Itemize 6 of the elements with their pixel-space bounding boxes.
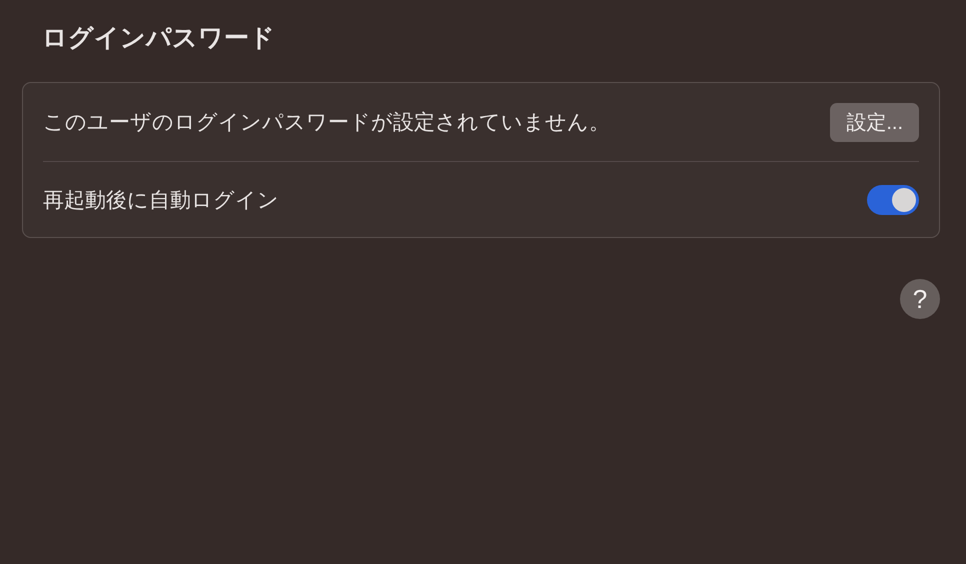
help-button[interactable]: ? [900, 279, 940, 319]
set-button[interactable]: 設定... [830, 102, 919, 142]
setting-label: 再起動後に自動ログイン [43, 188, 279, 214]
toggle-switch[interactable] [867, 184, 919, 214]
setting-label: このユーザのログインパスワードが設定されていません。 [43, 110, 610, 136]
section-title: ログインパスワード [42, 23, 276, 54]
